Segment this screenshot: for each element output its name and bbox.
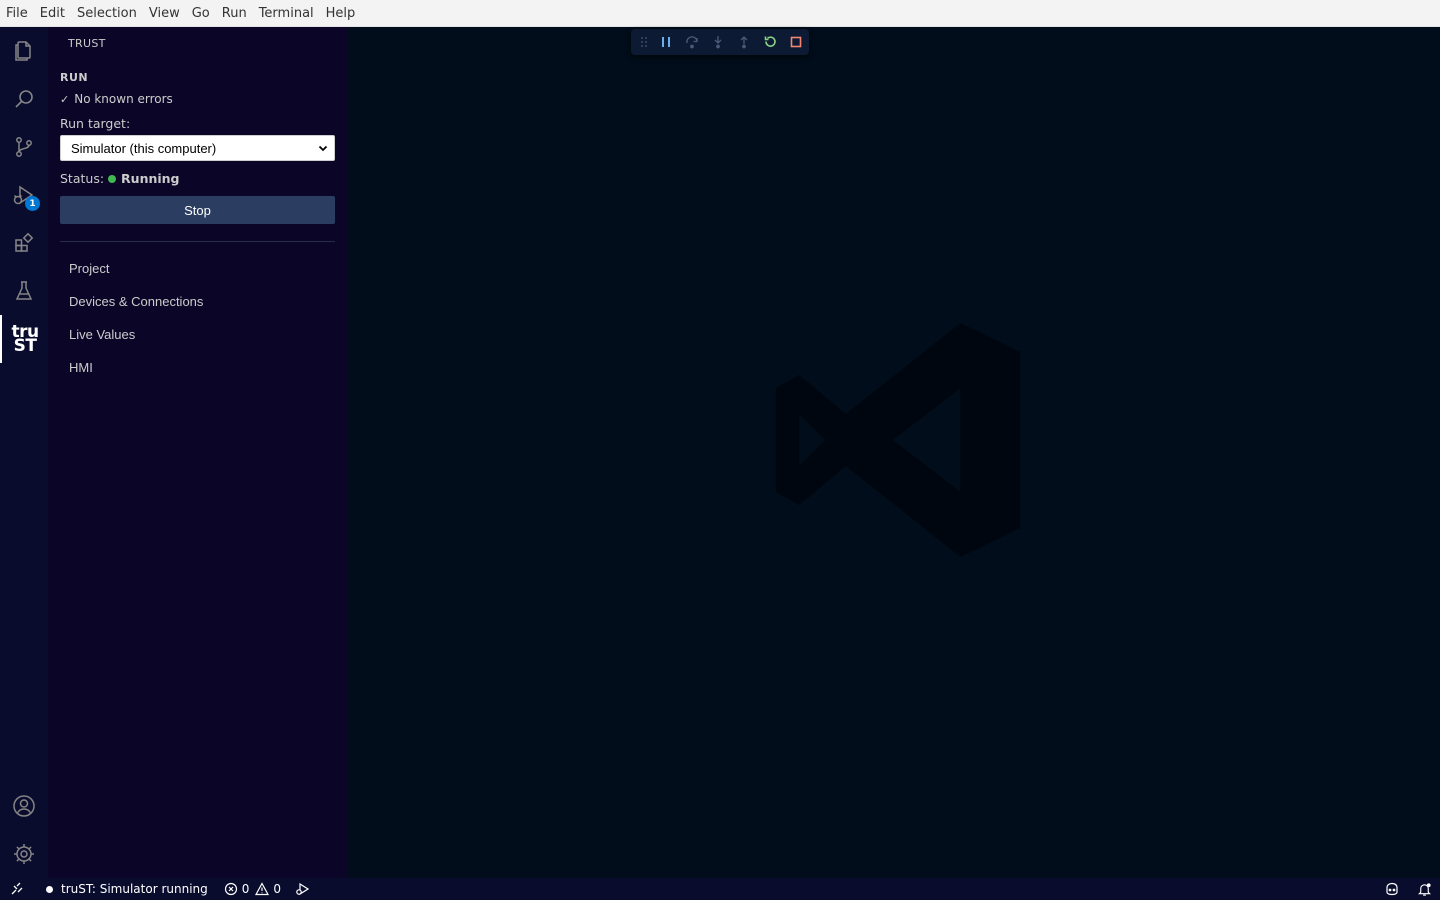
extensions-icon[interactable]: [0, 219, 48, 267]
run-target-value: Simulator (this computer): [71, 140, 217, 156]
menu-terminal[interactable]: Terminal: [253, 0, 320, 27]
account-icon[interactable]: [0, 782, 48, 830]
session-status[interactable]: truST: Simulator running: [34, 878, 208, 900]
nav-item-project[interactable]: Project: [69, 261, 109, 276]
restart-icon[interactable]: [757, 31, 783, 53]
menu-help[interactable]: Help: [320, 0, 362, 27]
nav-item-hmi[interactable]: HMI: [69, 360, 93, 375]
run-debug-icon[interactable]: 1: [0, 171, 48, 219]
trust-icon[interactable]: tru ST: [0, 315, 48, 363]
errors-text: No known errors: [74, 92, 173, 106]
source-control-icon[interactable]: [0, 123, 48, 171]
warning-icon: [255, 882, 270, 896]
menu-selection[interactable]: Selection: [71, 0, 143, 27]
explorer-icon[interactable]: [0, 27, 48, 75]
menu-file[interactable]: File: [0, 0, 34, 27]
status-value: Running: [121, 171, 180, 186]
search-icon[interactable]: [0, 75, 48, 123]
sidebar: TRUST RUN ✓ No known errors Run target: S…: [48, 27, 348, 878]
run-target-select[interactable]: Simulator (this computer): [60, 135, 335, 161]
step-over-icon[interactable]: [679, 31, 705, 53]
menu-go[interactable]: Go: [186, 0, 216, 27]
remote-indicator-icon[interactable]: [0, 878, 34, 900]
section-header-run[interactable]: RUN: [60, 71, 88, 84]
run-target-label: Run target:: [60, 116, 131, 131]
status-dot-icon: [108, 174, 117, 183]
menu-bar: File Edit Selection View Go Run Terminal…: [0, 0, 1440, 27]
divider: [60, 241, 335, 242]
status-label: Status:: [60, 171, 105, 186]
check-icon: ✓: [60, 93, 70, 106]
nav-item-devices-connections[interactable]: Devices & Connections: [69, 294, 203, 309]
session-text: truST: Simulator running: [61, 882, 208, 896]
error-icon: [224, 882, 237, 896]
errors-count: 0: [241, 882, 250, 896]
run-debug-status-icon[interactable]: [295, 878, 310, 900]
stop-icon[interactable]: [783, 31, 809, 53]
vscode-watermark-icon: [775, 323, 1021, 557]
editor-area: [348, 27, 1440, 878]
activity-bar: 1 tru ST: [0, 27, 48, 878]
nav-item-live-values[interactable]: Live Values: [69, 327, 135, 342]
status-row: Status: Running: [60, 171, 180, 186]
menu-edit[interactable]: Edit: [34, 0, 71, 27]
trust-logo: tru ST: [11, 324, 39, 356]
notifications-bell-icon[interactable]: [1408, 878, 1440, 900]
testing-icon[interactable]: [0, 267, 48, 315]
settings-gear-icon[interactable]: [0, 830, 48, 878]
session-dot-icon: [46, 885, 53, 893]
run-debug-badge: 1: [25, 196, 40, 211]
menu-run[interactable]: Run: [216, 0, 253, 27]
status-bar: truST: Simulator running 0 0: [0, 878, 1440, 900]
warnings-count: 0: [273, 882, 282, 896]
debug-toolbar: [631, 29, 809, 55]
step-out-icon[interactable]: [731, 31, 757, 53]
errors-status: ✓ No known errors: [60, 92, 173, 106]
problems-status[interactable]: 0 0: [224, 878, 281, 900]
sidebar-title: TRUST: [68, 37, 106, 50]
trust-logo-bottom: ST: [13, 336, 37, 356]
stop-button[interactable]: Stop: [60, 196, 335, 224]
status-bar-right: [1376, 878, 1440, 900]
copilot-icon[interactable]: [1376, 878, 1408, 900]
menu-view[interactable]: View: [143, 0, 186, 27]
chevron-down-icon: [318, 145, 328, 152]
step-into-icon[interactable]: [705, 31, 731, 53]
drag-handle-icon[interactable]: [635, 31, 653, 53]
pause-icon[interactable]: [653, 31, 679, 53]
